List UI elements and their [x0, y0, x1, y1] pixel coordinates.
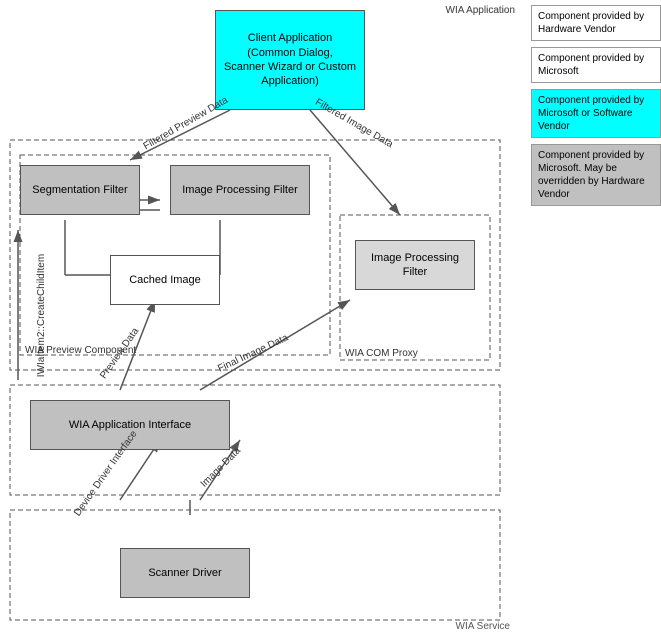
legend-hw-vendor-text: Component provided by Hardware Vendor — [538, 11, 644, 35]
filtered-preview-data-label: Filtered Preview Data — [142, 95, 230, 152]
legend-area: Component provided by Hardware Vendor Co… — [531, 5, 661, 212]
legend-ms-sw-vendor-text: Component provided by Microsoft or Softw… — [538, 95, 644, 132]
image-processing-filter-2-box: Image Processing Filter — [355, 240, 475, 290]
client-app-label: Client Application(Common Dialog,Scanner… — [224, 31, 356, 88]
cached-image-box: Cached Image — [110, 255, 220, 305]
final-image-data-label: Final Image Data — [216, 332, 290, 374]
wia-service-label: WIA Service — [456, 621, 510, 632]
scanner-driver-label: Scanner Driver — [148, 566, 221, 580]
legend-microsoft: Component provided by Microsoft — [531, 47, 661, 83]
legend-hw-override: Component provided by Microsoft. May be … — [531, 144, 661, 206]
legend-microsoft-text: Component provided by Microsoft — [538, 53, 644, 77]
legend-hw-vendor: Component provided by Hardware Vendor — [531, 5, 661, 41]
legend-hw-override-text: Component provided by Microsoft. May be … — [538, 150, 645, 200]
scanner-driver-box: Scanner Driver — [120, 548, 250, 598]
create-child-item-label: IWIaItem2::CreateChildItem — [36, 254, 47, 377]
legend-ms-sw-vendor: Component provided by Microsoft or Softw… — [531, 89, 661, 138]
wia-com-proxy-label: WIA COM Proxy — [345, 348, 418, 359]
image-processing-filter-1-box: Image Processing Filter — [170, 165, 310, 215]
image-data-label: Image Data — [199, 445, 243, 489]
cached-image-label: Cached Image — [129, 273, 201, 287]
image-processing-filter-1-label: Image Processing Filter — [182, 183, 298, 197]
image-processing-filter-2-label: Image Processing Filter — [362, 251, 468, 280]
wia-app-section-label: WIA Application — [446, 5, 515, 16]
segmentation-filter-box: Segmentation Filter — [20, 165, 140, 215]
segmentation-filter-label: Segmentation Filter — [32, 183, 127, 197]
client-app-box: Client Application(Common Dialog,Scanner… — [215, 10, 365, 110]
